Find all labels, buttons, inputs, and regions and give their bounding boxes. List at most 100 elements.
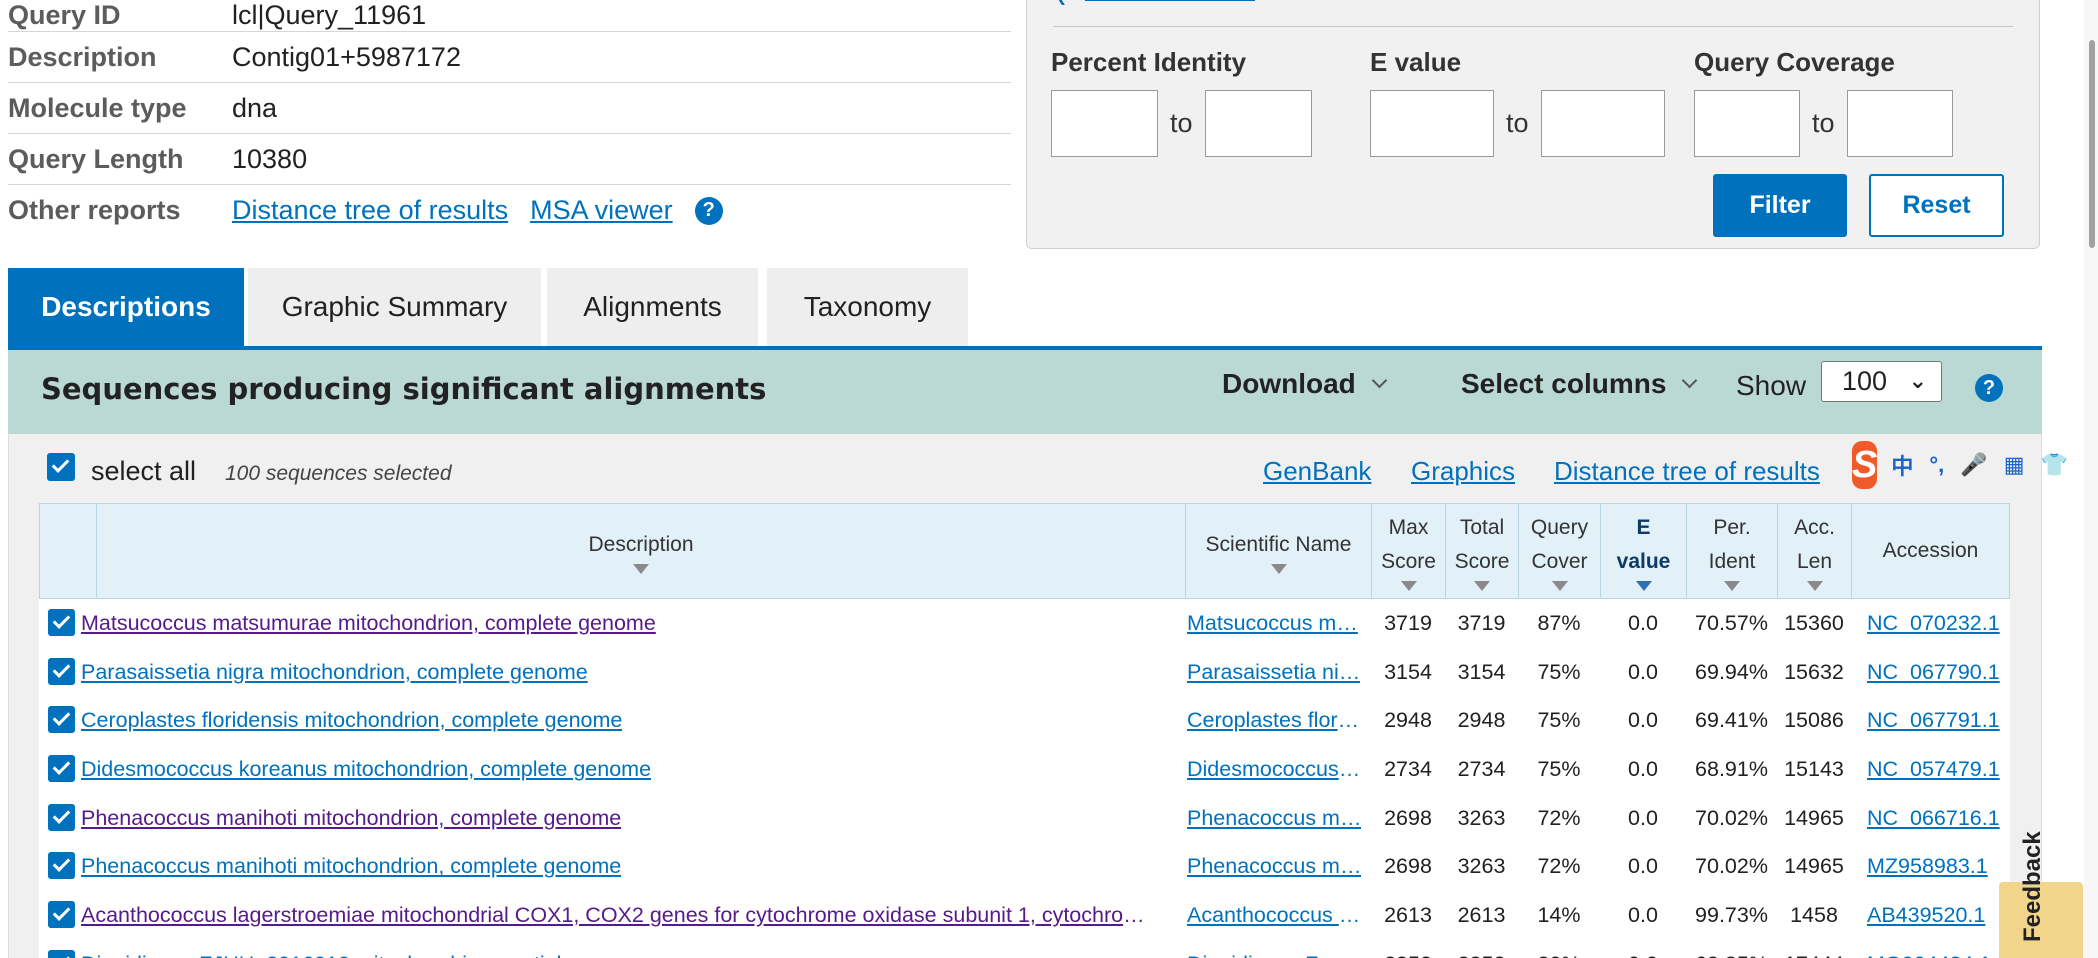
percent-identity-max-input[interactable]	[1204, 90, 1312, 157]
graphics-link[interactable]: Graphics	[1411, 456, 1515, 487]
query-coverage-max-input[interactable]	[1846, 90, 1953, 157]
keyboard-icon[interactable]: ▦	[2004, 452, 2025, 478]
tab-graphic-summary[interactable]: Graphic Summary	[248, 268, 541, 346]
percent-identity-min-input[interactable]	[1051, 90, 1158, 157]
e-value-max-input[interactable]	[1540, 90, 1665, 157]
scientific-name-link[interactable]: Phenacoccus m…	[1187, 854, 1361, 879]
e-value-min-input[interactable]	[1370, 90, 1494, 157]
scientific-name-link[interactable]: Ceroplastes flori…	[1187, 708, 1363, 733]
description-link[interactable]: Phenacoccus manihoti mitochondrion, comp…	[81, 806, 621, 831]
row-checkbox[interactable]	[48, 901, 75, 929]
header-scientific-name[interactable]: Scientific Name	[1186, 504, 1372, 598]
tab-descriptions[interactable]: Descriptions	[8, 268, 244, 346]
row-checkbox[interactable]	[48, 609, 75, 636]
max-score-cell: 2734	[1384, 756, 1432, 781]
show-label: Show	[1736, 370, 1807, 401]
sort-icon	[1400, 580, 1417, 591]
accession-link[interactable]: NC_066716.1	[1867, 806, 2000, 831]
acc-len-cell: 14965	[1784, 854, 1844, 879]
acc-len-cell: 15086	[1784, 708, 1844, 733]
microphone-icon[interactable]: 🎤	[1960, 452, 1987, 478]
header-acc-len[interactable]: Acc. Len	[1778, 504, 1852, 598]
header-e-value-line2: value	[1616, 550, 1671, 573]
accession-link[interactable]: NC_070232.1	[1867, 611, 2000, 636]
accession-link[interactable]: AB439520.1	[1867, 903, 1985, 928]
e-value-cell: 0.0	[1628, 756, 1658, 781]
msa-viewer-link[interactable]: MSA viewer	[530, 195, 673, 226]
e-value-cell: 0.0	[1600, 940, 1686, 958]
scientific-name-link[interactable]: Parasaissetia ni…	[1187, 660, 1360, 685]
scientific-name-cell: Parasaissetia ni…	[1187, 648, 1363, 697]
header-total-score[interactable]: Total Score	[1446, 504, 1519, 598]
download-menu[interactable]: Download	[1222, 368, 1388, 400]
row-checkbox[interactable]	[48, 706, 75, 734]
accession-link[interactable]: NC_067790.1	[1867, 660, 2000, 685]
scientific-name-link[interactable]: Acanthococcus l…	[1187, 903, 1363, 928]
description-label: Description	[8, 41, 157, 72]
sort-icon	[1635, 580, 1652, 591]
select-columns-menu[interactable]: Select columns	[1461, 368, 1698, 400]
filter-top-link-partial[interactable]: ❮	[1055, 0, 1455, 5]
description-link[interactable]: Phenacoccus manihoti mitochondrion, comp…	[81, 854, 621, 879]
skin-icon[interactable]: 👕	[2041, 452, 2068, 478]
accession-link[interactable]: NC_067791.1	[1867, 708, 2000, 733]
total-score-cell: 2948	[1457, 708, 1506, 733]
help-icon[interactable]: ?	[694, 196, 723, 225]
distance-tree-results-link[interactable]: Distance tree of results	[1554, 456, 1820, 487]
feedback-tab[interactable]: Feedback	[1999, 831, 2083, 958]
row-checkbox[interactable]	[48, 949, 75, 958]
table-body: Matsucoccus matsumurae mitochondrion, co…	[39, 599, 2010, 958]
scientific-name-cell: Dianidia sp. Z…	[1187, 940, 1363, 958]
row-checkbox[interactable]	[48, 657, 75, 685]
scientific-name-link[interactable]: Didesmococcus …	[1187, 757, 1363, 782]
query-cover-cell: 75%	[1537, 708, 1581, 733]
header-max-score[interactable]: Max Score	[1372, 504, 1446, 598]
help-icon[interactable]: ?	[1975, 374, 2003, 402]
punctuation-icon[interactable]: °,	[1929, 452, 1944, 478]
description-link[interactable]: Parasaissetia nigra mitochondrion, compl…	[81, 660, 588, 685]
select-all-checkbox[interactable]	[47, 453, 75, 481]
description-link[interactable]: Didesmococcus koreanus mitochondrion, co…	[81, 757, 651, 782]
page-scrollbar[interactable]	[2084, 0, 2098, 958]
scientific-name-link[interactable]: Dianidia sp. Z…	[1187, 952, 1340, 958]
scientific-name-link[interactable]: Phenacoccus m…	[1187, 806, 1361, 831]
description-link[interactable]: Acanthococcus lagerstroemiae mitochondri…	[81, 903, 1151, 928]
query-cover-cell: 75%	[1537, 659, 1581, 684]
show-count-select[interactable]: 100 ⌄	[1821, 361, 1942, 402]
description-row: Description Contig01+5987172	[8, 32, 1011, 83]
reset-button[interactable]: Reset	[1869, 174, 2004, 237]
table-row: Phenacoccus manihoti mitochondrion, comp…	[39, 842, 2010, 892]
header-accession[interactable]: Accession	[1852, 504, 2009, 598]
table-row: Matsucoccus matsumurae mitochondrion, co…	[39, 599, 2010, 648]
row-checkbox[interactable]	[48, 852, 75, 880]
max-score-cell: 2698	[1384, 805, 1432, 830]
scrollbar-thumb[interactable]	[2089, 40, 2095, 248]
row-checkbox[interactable]	[48, 803, 75, 831]
filter-button[interactable]: Filter	[1713, 174, 1847, 237]
description-link[interactable]: Ceroplastes floridensis mitochondrion, c…	[81, 708, 622, 733]
results-title: Sequences producing significant alignmen…	[41, 372, 767, 406]
accession-link[interactable]: NC_057479.1	[1867, 757, 2000, 782]
filter-panel: ❮ Percent Identity to E value to Query C…	[1026, 0, 2040, 249]
tab-alignments[interactable]: Alignments	[547, 268, 758, 346]
row-checkbox[interactable]	[48, 755, 75, 783]
total-score-cell: 2352	[1445, 940, 1518, 958]
genbank-link[interactable]: GenBank	[1263, 456, 1371, 487]
distance-tree-link[interactable]: Distance tree of results	[232, 195, 508, 226]
accession-link[interactable]: MZ958983.1	[1867, 854, 1988, 879]
description-link[interactable]: Dianidia sp. ZJUH_2016010 mitochondrion,…	[81, 952, 645, 958]
max-score-cell: 3719	[1384, 610, 1432, 635]
chinese-mode-icon[interactable]: 中	[1891, 449, 1913, 481]
accession-link[interactable]: MG904434.1	[1867, 952, 1991, 958]
max-score-cell: 2698	[1384, 854, 1432, 879]
scientific-name-link[interactable]: Matsucoccus m…	[1187, 611, 1358, 636]
header-per-ident[interactable]: Per. Ident	[1687, 504, 1778, 598]
header-description[interactable]: Description	[97, 504, 1186, 598]
sogou-logo-icon[interactable]: S	[1852, 441, 1878, 489]
query-coverage-min-input[interactable]	[1694, 90, 1800, 157]
description-link[interactable]: Matsucoccus matsumurae mitochondrion, co…	[81, 611, 656, 636]
header-query-cover[interactable]: Query Cover	[1519, 504, 1601, 598]
header-e-value[interactable]: E value	[1601, 504, 1687, 598]
description-cell: Didesmococcus koreanus mitochondrion, co…	[81, 745, 1151, 794]
tab-taxonomy[interactable]: Taxonomy	[767, 268, 968, 346]
